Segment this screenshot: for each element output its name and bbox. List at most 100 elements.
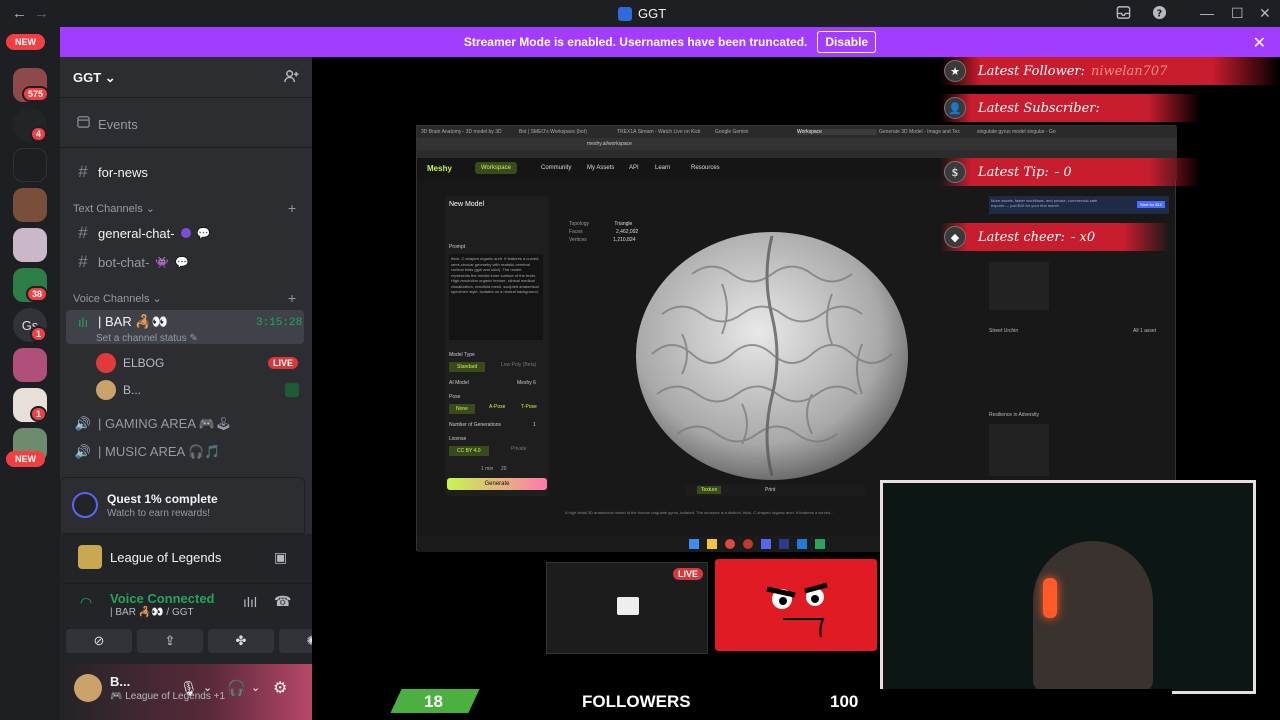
browser-tab: Workspace <box>797 129 877 135</box>
emoji-icon <box>180 228 191 238</box>
overlay-value: niwelan707 <box>1091 63 1168 79</box>
avatar[interactable] <box>96 353 116 373</box>
new-pill[interactable]: NEW <box>6 34 45 50</box>
headset-light <box>1043 578 1057 618</box>
close-icon[interactable]: ✕ <box>1253 33 1266 53</box>
field-label: AI Model <box>449 380 469 386</box>
help-icon[interactable]: ? <box>1152 5 1167 23</box>
chevron-down-icon[interactable]: ⌄ <box>203 681 212 694</box>
category-text-channels[interactable]: Text Channels ⌄ <box>73 202 155 215</box>
signal-icon[interactable]: ◠ <box>80 594 92 611</box>
screen-share-button[interactable]: ⇪ <box>137 629 203 653</box>
meshy-logo: Meshy <box>427 164 452 173</box>
user-panel: B... 🎮 League of Legends +1 🎙 ⌄ 🎧 ⌄ ⚙ <box>60 664 312 720</box>
mention-badge: 1 <box>30 406 48 422</box>
category-voice-channels[interactable]: Voice Channels ⌄ <box>73 292 162 305</box>
close-window-icon[interactable]: ✕ <box>1259 5 1271 22</box>
field-label: Number of Generations <box>449 422 501 428</box>
voice-member-name[interactable]: B... <box>123 383 141 397</box>
add-channel-icon[interactable]: + <box>288 200 296 216</box>
activities-button[interactable]: ✤ <box>208 629 274 653</box>
server-icon <box>618 6 632 21</box>
viewport-toolbar: Texture Print <box>685 484 865 496</box>
follower-goal: 100 <box>830 692 859 711</box>
app-icon <box>779 539 789 549</box>
server-icon[interactable] <box>13 228 47 262</box>
maximize-icon[interactable]: ☐ <box>1231 5 1244 22</box>
latest-follower-overlay: ★ Latest Follower: niwelan707 <box>940 57 1280 85</box>
channel-label: general-chat- <box>98 225 175 241</box>
disconnect-icon[interactable]: ☎ <box>274 593 291 610</box>
quest-card[interactable]: Quest 1% complete Watch to earn rewards! <box>60 477 305 534</box>
diamond-icon: ◆ <box>944 226 966 248</box>
asset-label: Resilience in Adversity <box>989 412 1040 418</box>
participant-tile[interactable] <box>715 559 877 651</box>
quest-title: Quest 1% complete <box>107 492 218 506</box>
disable-button[interactable]: Disable <box>817 31 877 53</box>
voice-member-name[interactable]: ELBOG <box>123 356 164 370</box>
stream-game-icon[interactable]: ▣ <box>274 549 287 566</box>
headphones-icon[interactable]: 🎧 <box>227 679 246 697</box>
events-link[interactable]: Events <box>74 114 138 134</box>
channel-for-news[interactable]: # for-news <box>74 162 148 182</box>
channel-label: | MUSIC AREA 🎧🎵 <box>98 444 221 459</box>
gear-icon[interactable]: ⚙ <box>273 678 287 698</box>
svg-text:?: ? <box>1157 8 1162 19</box>
server-icon[interactable] <box>13 348 47 382</box>
server-icon[interactable] <box>13 148 47 182</box>
option-chip: T-Pose <box>521 404 537 410</box>
latest-cheer-overlay: ◆ Latest cheer: - x0 <box>940 223 1170 251</box>
live-badge: LIVE <box>268 357 299 369</box>
chevron-down-icon[interactable]: ⌄ <box>251 681 260 694</box>
voice-status[interactable]: Voice Connected <box>110 591 215 606</box>
meshy-nav-item: Learn <box>655 165 671 171</box>
new-pill[interactable]: NEW <box>6 451 45 467</box>
option-chip: Private <box>511 446 527 452</box>
avatar[interactable] <box>74 674 102 702</box>
forward-arrow-icon[interactable]: → <box>34 5 49 22</box>
noise-suppression-icon[interactable]: ılıl <box>243 594 257 610</box>
back-arrow-icon[interactable]: ← <box>12 5 27 22</box>
calendar-icon <box>74 114 92 134</box>
meshy-nav-item: Community <box>541 165 572 171</box>
username[interactable]: B... <box>110 674 130 689</box>
avatar[interactable] <box>96 380 116 400</box>
voice-channel-bar[interactable]: ılı | BAR 🦂👀 <box>74 314 168 330</box>
option-chip: A-Pose <box>489 404 506 410</box>
browser-tab: Bot | SMEO's Workspace (bot) <box>519 129 587 135</box>
camera-off-button[interactable]: ⊘ <box>66 629 132 653</box>
channel-general-chat[interactable]: # general-chat- 💬 <box>74 223 210 243</box>
quest-icon <box>72 492 98 518</box>
add-channel-icon[interactable]: + <box>288 290 296 306</box>
channel-status-hint[interactable]: Set a channel status ✎ <box>96 333 198 344</box>
stream-preview-tile[interactable]: LIVE <box>546 562 708 654</box>
app-icon <box>797 539 807 549</box>
robot-icon: 👾 <box>155 256 170 269</box>
promo-banner: More assets, faster workflows, and priva… <box>989 196 1169 214</box>
minimize-icon[interactable]: — <box>1200 5 1214 21</box>
server-name-header[interactable]: GGT ⌄ <box>73 70 116 86</box>
browser-tab: 3D Brain Anatomy - 3D model by 3D <box>421 129 502 135</box>
inbox-icon[interactable] <box>1116 5 1131 23</box>
events-label: Events <box>98 116 138 132</box>
server-icon[interactable] <box>13 188 47 222</box>
field-label: Model Type <box>449 352 475 358</box>
option-chip: Standard <box>449 362 486 372</box>
stream-view[interactable]: 3D Brain Anatomy - 3D model by 3D Bot | … <box>312 57 1280 720</box>
mention-badge: 38 <box>26 286 49 302</box>
status-hint-label: Set a channel status <box>96 333 187 344</box>
field-value: 1 <box>533 422 536 428</box>
channel-bot-chat[interactable]: # bot-chat- 👾 💬 <box>74 252 189 272</box>
add-member-icon[interactable] <box>284 69 299 87</box>
field-label: License <box>449 436 467 442</box>
stat-label: Vertices <box>569 237 587 243</box>
speech-bubble-icon: 💬 <box>175 256 189 269</box>
banner-text: Streamer Mode is enabled. Usernames have… <box>463 35 808 49</box>
microphone-icon[interactable]: 🎙 <box>180 680 198 697</box>
app-icon <box>815 539 825 549</box>
voice-channel-music[interactable]: 🔊 | MUSIC AREA 🎧🎵 <box>74 444 221 460</box>
angry-face-avatar <box>766 582 828 638</box>
voice-channel-gaming[interactable]: 🔊 | GAMING AREA 🎮🕹 <box>74 416 232 432</box>
speech-bubble-icon: 💬 <box>196 227 211 240</box>
discord-icon <box>761 539 771 549</box>
